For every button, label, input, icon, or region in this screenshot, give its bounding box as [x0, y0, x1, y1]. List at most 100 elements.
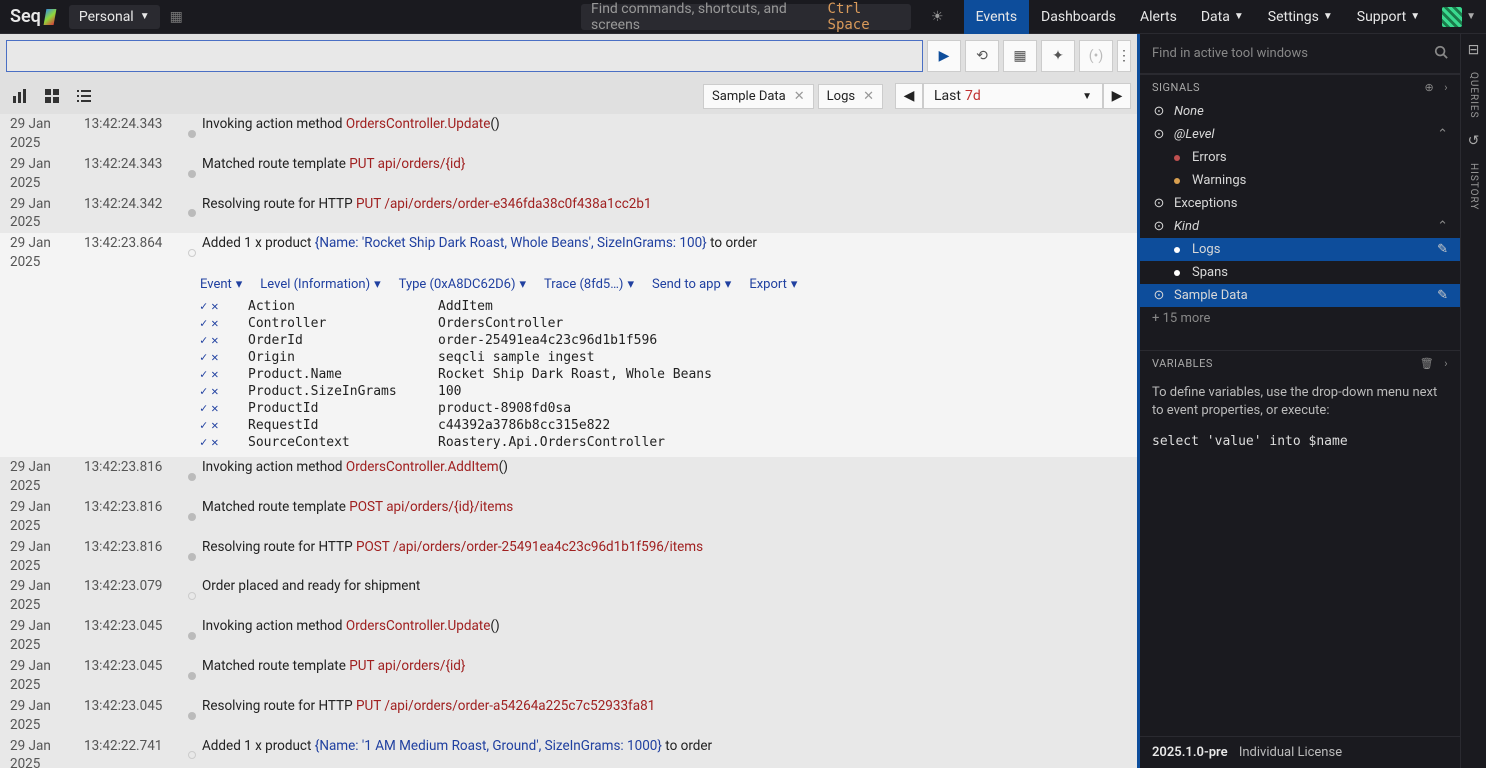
side-search[interactable]: Find in active tool windows [1140, 34, 1460, 74]
chevron-right-icon[interactable]: › [1444, 357, 1448, 370]
filter-chip[interactable]: Logs✕ [818, 84, 883, 109]
chevron-right-icon[interactable]: › [1444, 81, 1448, 94]
range-next-button[interactable]: ▶ [1103, 83, 1131, 109]
signal-item[interactable]: Logs✎ [1140, 238, 1460, 261]
property-value: product-8908fd0sa [438, 401, 1137, 416]
bullet-icon [1170, 270, 1184, 276]
nav-alerts[interactable]: Alerts [1128, 0, 1189, 34]
check-icon[interactable]: ✓ [200, 367, 207, 382]
event-row[interactable]: 29 Jan 202513:42:22.741Added 1 x product… [0, 736, 1137, 768]
x-icon[interactable]: ✕ [211, 401, 218, 416]
events-list[interactable]: 29 Jan 202513:42:24.343Invoking action m… [0, 114, 1137, 768]
nav-support[interactable]: Support▼ [1345, 0, 1432, 34]
event-row[interactable]: 29 Jan 202513:42:24.343Invoking action m… [0, 114, 1137, 154]
range-prev-button[interactable]: ◀ [895, 83, 923, 109]
filter-chip[interactable]: Sample Data✕ [703, 84, 814, 109]
event-menu-item[interactable]: Export▾ [749, 277, 797, 292]
collapse-icon[interactable]: ⊟ [1468, 42, 1480, 58]
edit-icon[interactable]: ✎ [1437, 242, 1448, 257]
chip-remove-icon[interactable]: ✕ [863, 89, 874, 104]
event-row[interactable]: 29 Jan 202513:42:23.079Order placed and … [0, 576, 1137, 616]
chevron-up-icon[interactable]: ⌃ [1437, 219, 1448, 234]
check-icon[interactable]: ✓ [200, 316, 207, 331]
list-icon[interactable] [70, 82, 98, 110]
trash-icon[interactable]: 🗑 [1420, 357, 1434, 370]
bar-chart-icon[interactable] [6, 82, 34, 110]
check-icon[interactable]: ✓ [200, 435, 207, 450]
x-icon[interactable]: ✕ [211, 384, 218, 399]
event-menu-item[interactable]: Level (Information)▾ [260, 277, 380, 292]
signal-item[interactable]: Spans [1140, 261, 1460, 284]
save-icon[interactable]: ▦ [170, 9, 183, 25]
nav-events[interactable]: Events [964, 0, 1029, 34]
command-search-kbd: Ctrl Space [828, 1, 902, 33]
history-icon[interactable]: ↺ [1468, 133, 1480, 149]
chip-remove-icon[interactable]: ✕ [794, 89, 805, 104]
event-row[interactable]: 29 Jan 202513:42:23.816Matched route tem… [0, 497, 1137, 537]
event-row[interactable]: 29 Jan 202513:42:23.864Added 1 x product… [0, 233, 1137, 273]
x-icon[interactable]: ✕ [211, 418, 218, 433]
nav-dashboards[interactable]: Dashboards [1029, 0, 1128, 34]
x-icon[interactable]: ✕ [211, 367, 218, 382]
event-row[interactable]: 29 Jan 202513:42:23.045Resolving route f… [0, 696, 1137, 736]
chevron-up-icon[interactable]: ⌃ [1437, 127, 1448, 142]
stream-button[interactable]: (•) [1079, 40, 1113, 72]
chevron-down-icon: ▾ [725, 277, 732, 292]
history-tab[interactable]: HISTORY [1468, 163, 1479, 210]
x-icon[interactable]: ✕ [211, 435, 218, 450]
signal-item[interactable]: ⊙Exceptions [1140, 192, 1460, 215]
more-menu-button[interactable]: ⋮ [1117, 40, 1131, 72]
ai-button[interactable]: ✦ [1041, 40, 1075, 72]
add-signal-icon[interactable]: ⊕ [1424, 81, 1434, 94]
signals-more[interactable]: + 15 more [1140, 307, 1460, 330]
event-menu-item[interactable]: Event▾ [200, 277, 242, 292]
signal-item[interactable]: ⊙Sample Data✎ [1140, 284, 1460, 307]
avatar[interactable] [1442, 7, 1462, 27]
workspace-selector[interactable]: Personal ▼ [69, 5, 160, 29]
run-button[interactable]: ▶ [927, 40, 961, 72]
signal-item[interactable]: Warnings [1140, 169, 1460, 192]
tiles-icon[interactable] [38, 82, 66, 110]
x-icon[interactable]: ✕ [211, 350, 218, 365]
check-icon[interactable]: ✓ [200, 418, 207, 433]
signal-item[interactable]: Errors [1140, 146, 1460, 169]
signal-item[interactable]: ⊙@Level⌃ [1140, 123, 1460, 146]
event-row[interactable]: 29 Jan 202513:42:24.342Resolving route f… [0, 194, 1137, 234]
property-key: SourceContext [248, 435, 438, 450]
side-search-placeholder: Find in active tool windows [1152, 46, 1308, 61]
check-icon[interactable]: ✓ [200, 350, 207, 365]
refresh-button[interactable]: ⟲ [965, 40, 999, 72]
grid-toggle-button[interactable]: ▦ [1003, 40, 1037, 72]
x-icon[interactable]: ✕ [211, 316, 218, 331]
x-icon[interactable]: ✕ [211, 333, 218, 348]
signal-item[interactable]: ⊙None [1140, 100, 1460, 123]
range-selector[interactable]: Last 7d ▼ [923, 83, 1103, 109]
event-menu-item[interactable]: Type (0xA8DC62D6)▾ [399, 277, 526, 292]
logo[interactable]: Seq [10, 6, 55, 27]
edit-icon[interactable]: ✎ [1437, 288, 1448, 303]
theme-toggle-icon[interactable]: ☀ [931, 9, 944, 25]
check-icon[interactable]: ✓ [200, 299, 207, 314]
event-row[interactable]: 29 Jan 202513:42:24.343Matched route tem… [0, 154, 1137, 194]
check-icon[interactable]: ✓ [200, 401, 207, 416]
chevron-down-icon: ▾ [627, 277, 634, 292]
query-input[interactable] [6, 40, 923, 72]
queries-tab[interactable]: QUERIES [1468, 72, 1479, 119]
x-icon[interactable]: ✕ [211, 299, 218, 314]
event-row[interactable]: 29 Jan 202513:42:23.816Invoking action m… [0, 457, 1137, 497]
event-menu-item[interactable]: Send to app▾ [652, 277, 731, 292]
event-row[interactable]: 29 Jan 202513:42:23.045Invoking action m… [0, 616, 1137, 656]
event-level-dot [182, 538, 202, 576]
event-menu-item[interactable]: Trace (8fd5…)▾ [544, 277, 634, 292]
user-menu-chevron-icon[interactable]: ▼ [1466, 11, 1476, 22]
nav-data[interactable]: Data▼ [1189, 0, 1256, 34]
filter-chips: Sample Data✕Logs✕ [703, 84, 883, 109]
command-search[interactable]: Find commands, shortcuts, and screens Ct… [581, 4, 911, 30]
workspace-label: Personal [79, 9, 134, 25]
event-row[interactable]: 29 Jan 202513:42:23.045Matched route tem… [0, 656, 1137, 696]
check-icon[interactable]: ✓ [200, 333, 207, 348]
signal-item[interactable]: ⊙Kind⌃ [1140, 215, 1460, 238]
check-icon[interactable]: ✓ [200, 384, 207, 399]
nav-settings[interactable]: Settings▼ [1256, 0, 1345, 34]
event-row[interactable]: 29 Jan 202513:42:23.816Resolving route f… [0, 537, 1137, 577]
